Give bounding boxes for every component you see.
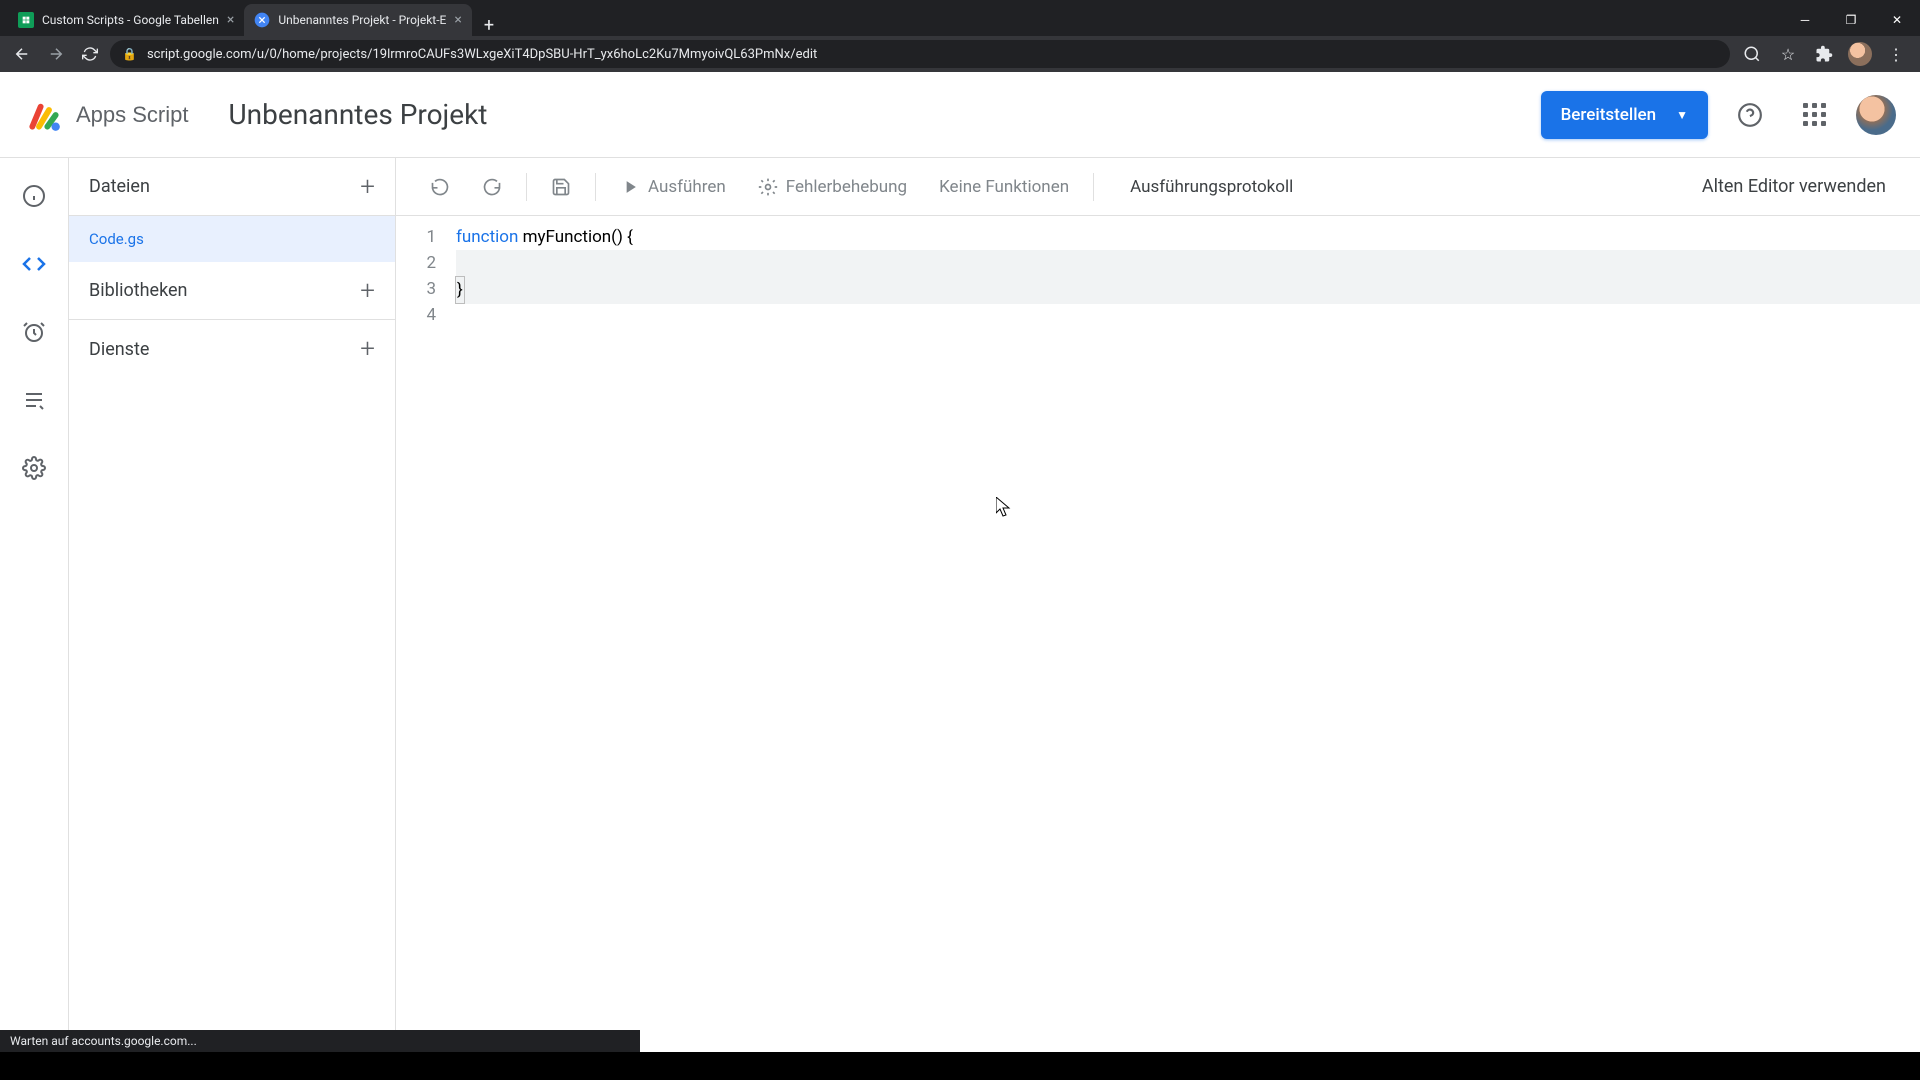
browser-tab-2[interactable]: Unbenanntes Projekt - Projekt-E × bbox=[244, 4, 471, 36]
deploy-button[interactable]: Bereitstellen ▼ bbox=[1541, 91, 1708, 139]
extensions-icon[interactable] bbox=[1808, 38, 1840, 70]
close-icon[interactable]: × bbox=[454, 12, 461, 28]
zoom-icon[interactable] bbox=[1736, 38, 1768, 70]
debug-button[interactable]: Fehlerbehebung bbox=[744, 167, 921, 207]
log-label: Ausführungsprotokoll bbox=[1130, 177, 1293, 197]
menu-icon[interactable]: ⋮ bbox=[1880, 38, 1912, 70]
libraries-section-header: Bibliotheken + bbox=[69, 262, 395, 320]
legacy-label: Alten Editor verwenden bbox=[1702, 176, 1886, 197]
lock-icon: 🔒 bbox=[122, 47, 137, 61]
file-item-code[interactable]: Code.gs bbox=[69, 216, 395, 262]
add-file-button[interactable]: + bbox=[360, 172, 375, 202]
services-label: Dienste bbox=[89, 339, 149, 360]
add-service-button[interactable]: + bbox=[360, 334, 375, 364]
close-window-button[interactable]: ✕ bbox=[1874, 4, 1920, 36]
minimize-button[interactable]: ─ bbox=[1782, 4, 1828, 36]
apps-script-icon bbox=[254, 12, 270, 28]
account-avatar[interactable] bbox=[1856, 95, 1896, 135]
back-button[interactable] bbox=[8, 40, 36, 68]
add-library-button[interactable]: + bbox=[360, 276, 375, 306]
code-editor[interactable]: 1 2 3 4 function myFunction() { } bbox=[396, 216, 1920, 1052]
forward-button[interactable] bbox=[42, 40, 70, 68]
tab-title: Custom Scripts - Google Tabellen bbox=[42, 13, 219, 27]
deploy-label: Bereitstellen bbox=[1561, 105, 1657, 125]
apps-menu-button[interactable] bbox=[1792, 93, 1836, 137]
triggers-nav[interactable] bbox=[14, 312, 54, 352]
code-content[interactable]: function myFunction() { } bbox=[456, 224, 1920, 1052]
line-number-gutter: 1 2 3 4 bbox=[396, 224, 456, 1052]
overview-nav[interactable] bbox=[14, 176, 54, 216]
url-text: script.google.com/u/0/home/projects/19lr… bbox=[147, 47, 817, 62]
app-header: Apps Script Unbenanntes Projekt Bereitst… bbox=[0, 72, 1920, 158]
function-selector[interactable]: Keine Funktionen bbox=[925, 167, 1083, 207]
run-label: Ausführen bbox=[648, 177, 726, 197]
profile-avatar[interactable] bbox=[1844, 38, 1876, 70]
apps-script-logo bbox=[24, 95, 64, 135]
libraries-label: Bibliotheken bbox=[89, 280, 188, 301]
file-sidebar: Dateien + Code.gs Bibliotheken + Dienste… bbox=[68, 158, 396, 1052]
services-section-header: Dienste + bbox=[69, 320, 395, 378]
tab-title: Unbenanntes Projekt - Projekt-E bbox=[278, 13, 446, 27]
run-button[interactable]: Ausführen bbox=[606, 167, 740, 207]
bookmark-icon[interactable]: ☆ bbox=[1772, 38, 1804, 70]
sheets-icon bbox=[18, 12, 34, 28]
editor-nav[interactable] bbox=[14, 244, 54, 284]
reload-button[interactable] bbox=[76, 40, 104, 68]
chevron-down-icon: ▼ bbox=[1676, 108, 1688, 122]
browser-tab-strip: Custom Scripts - Google Tabellen × Unben… bbox=[0, 0, 1920, 36]
help-button[interactable] bbox=[1728, 93, 1772, 137]
editor-area: Ausführen Fehlerbehebung Keine Funktione… bbox=[396, 158, 1920, 1052]
legacy-editor-button[interactable]: Alten Editor verwenden bbox=[1688, 167, 1900, 207]
undo-button[interactable] bbox=[416, 167, 464, 207]
project-title[interactable]: Unbenanntes Projekt bbox=[229, 98, 488, 131]
save-button[interactable] bbox=[537, 167, 585, 207]
browser-address-bar: 🔒 script.google.com/u/0/home/projects/19… bbox=[0, 36, 1920, 72]
maximize-button[interactable]: ❐ bbox=[1828, 4, 1874, 36]
close-icon[interactable]: × bbox=[227, 12, 234, 28]
redo-button[interactable] bbox=[468, 167, 516, 207]
taskbar-area bbox=[0, 1052, 1920, 1080]
new-tab-button[interactable]: + bbox=[472, 15, 506, 36]
window-controls: ─ ❐ ✕ bbox=[1782, 4, 1920, 36]
url-input[interactable]: 🔒 script.google.com/u/0/home/projects/19… bbox=[110, 40, 1730, 68]
executions-nav[interactable] bbox=[14, 380, 54, 420]
app-name: Apps Script bbox=[76, 102, 189, 128]
files-section-header: Dateien + bbox=[69, 158, 395, 216]
browser-tab-1[interactable]: Custom Scripts - Google Tabellen × bbox=[8, 4, 244, 36]
execution-log-button[interactable]: Ausführungsprotokoll bbox=[1116, 167, 1307, 207]
left-nav-rail bbox=[0, 158, 68, 1052]
settings-nav[interactable] bbox=[14, 448, 54, 488]
debug-label: Fehlerbehebung bbox=[786, 177, 907, 197]
nofunc-label: Keine Funktionen bbox=[939, 177, 1069, 197]
editor-toolbar: Ausführen Fehlerbehebung Keine Funktione… bbox=[396, 158, 1920, 216]
files-label: Dateien bbox=[89, 176, 150, 197]
browser-status-bar: Warten auf accounts.google.com... bbox=[0, 1030, 640, 1052]
